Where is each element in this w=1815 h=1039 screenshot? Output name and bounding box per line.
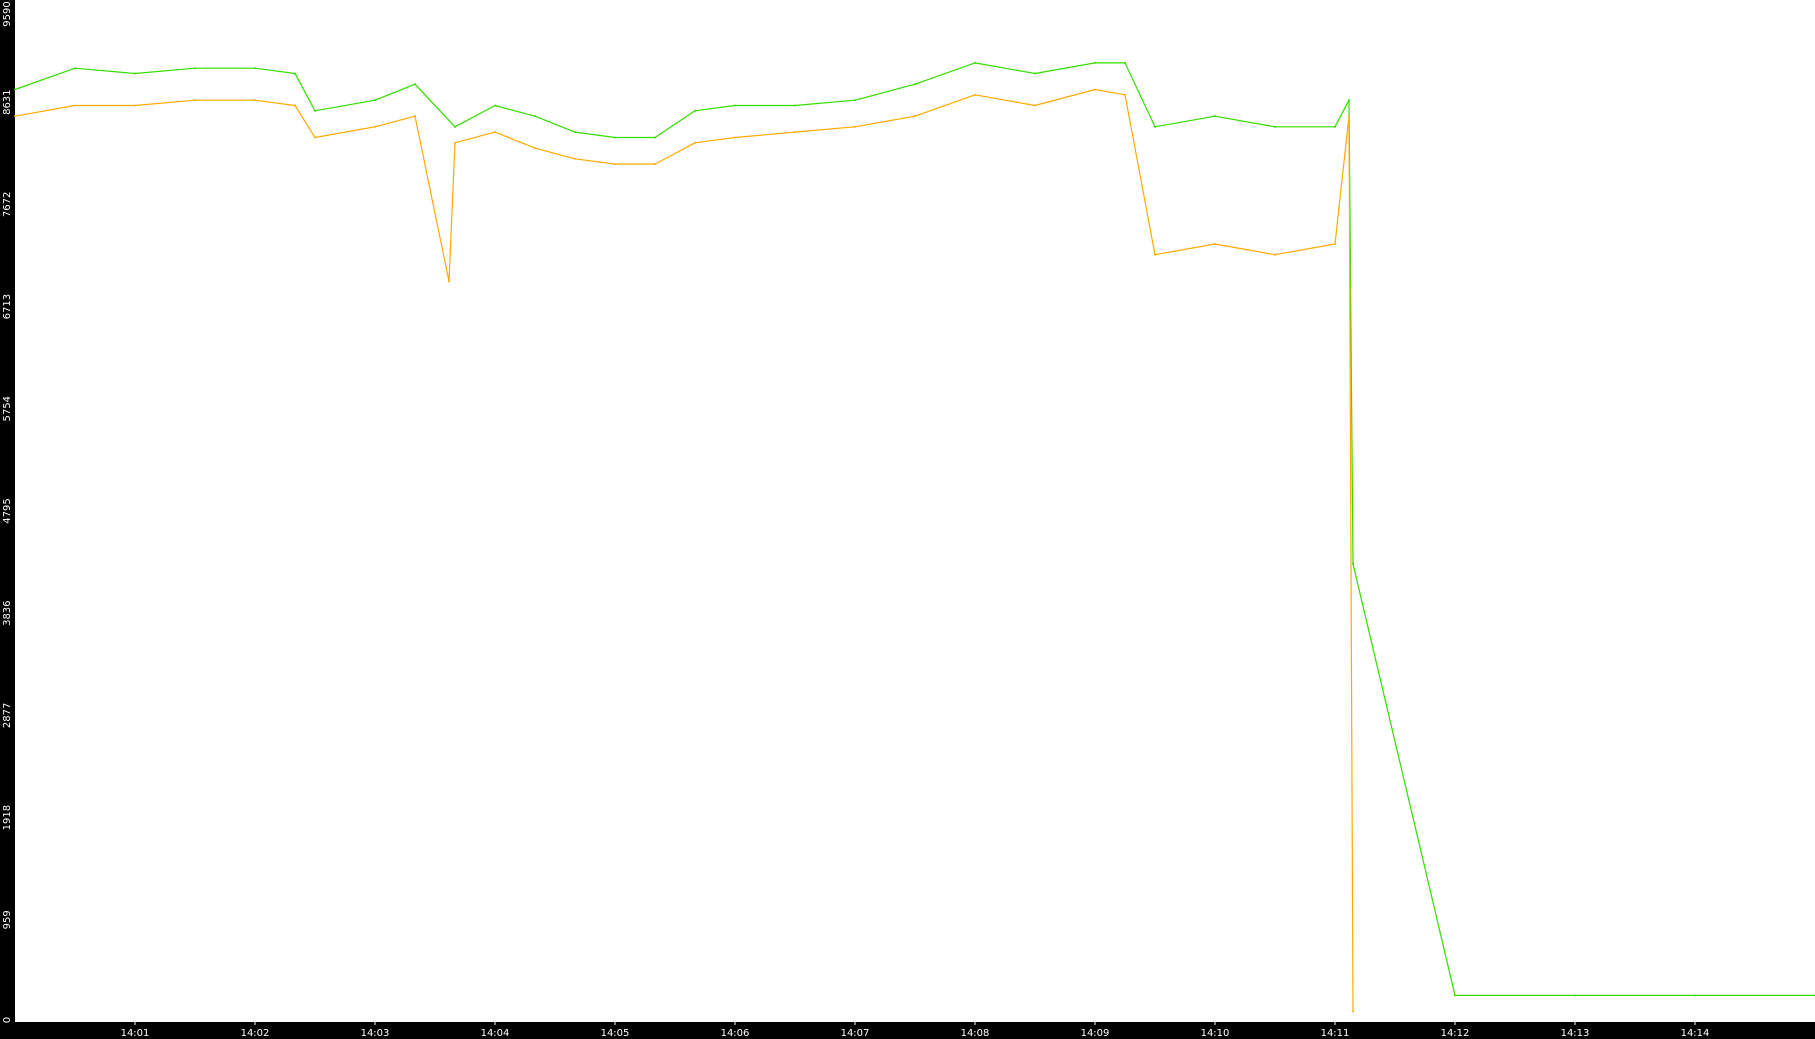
y-tick-label: 6713 (2, 294, 13, 319)
y-tick-label: 0 (2, 1017, 13, 1023)
series-point-1 (314, 136, 316, 139)
x-axis-band (0, 1022, 1815, 1039)
series-point-1 (854, 125, 856, 128)
x-tick-label: 14:08 (961, 1028, 990, 1039)
x-tick-label: 14:09 (1081, 1028, 1110, 1039)
series-point-0 (1348, 99, 1350, 102)
series-point-0 (1124, 61, 1126, 64)
y-tick-label: 4795 (2, 498, 13, 523)
y-tick-label: 8631 (2, 89, 13, 114)
series-point-0 (294, 72, 296, 75)
series-point-0 (1694, 994, 1696, 997)
series-point-1 (914, 115, 916, 118)
series-point-0 (974, 61, 976, 64)
x-tick-label: 14:04 (481, 1028, 510, 1039)
series-point-0 (574, 131, 576, 134)
series-point-0 (134, 72, 136, 75)
series-point-0 (1352, 562, 1354, 565)
series-point-1 (1274, 253, 1276, 256)
x-tick-label: 14:14 (1681, 1028, 1710, 1039)
series-point-0 (314, 109, 316, 112)
series-point-0 (1034, 72, 1036, 75)
series-point-1 (414, 115, 416, 118)
series-point-1 (294, 104, 296, 107)
series-point-1 (1154, 253, 1156, 256)
x-tick-label: 14:13 (1561, 1028, 1590, 1039)
series-point-1 (1348, 115, 1350, 118)
series-point-0 (794, 104, 796, 107)
x-tick-label: 14:01 (121, 1028, 150, 1039)
series-point-1 (1034, 104, 1036, 107)
series-point-0 (694, 109, 696, 112)
x-tick-label: 14:07 (841, 1028, 870, 1039)
series-point-0 (1334, 125, 1336, 128)
series-point-0 (854, 99, 856, 102)
series-point-1 (14, 115, 16, 118)
y-tick-label: 7672 (2, 192, 13, 217)
series-point-1 (74, 104, 76, 107)
x-tick-label: 14:10 (1201, 1028, 1230, 1039)
series-point-0 (1574, 994, 1576, 997)
series-point-1 (134, 104, 136, 107)
series-point-0 (254, 67, 256, 70)
y-tick-label: 1918 (2, 805, 13, 830)
chart-background (0, 0, 1815, 1039)
series-point-0 (654, 136, 656, 139)
series-point-1 (1352, 1010, 1354, 1013)
line-chart: 0 959 1918 2877 3836 4795 5754 6713 7672 8631 9590… (0, 0, 1815, 1039)
series-point-0 (494, 104, 496, 107)
series-point-0 (194, 67, 196, 70)
series-point-0 (74, 67, 76, 70)
x-tick-label: 14:06 (721, 1028, 750, 1039)
series-point-1 (1334, 243, 1336, 246)
series-point-0 (914, 83, 916, 86)
x-tick-label: 14:02 (241, 1028, 270, 1039)
series-point-1 (454, 141, 456, 144)
series-point-1 (694, 141, 696, 144)
series-point-1 (614, 163, 616, 166)
series-point-0 (454, 125, 456, 128)
series-point-1 (1094, 88, 1096, 91)
series-point-0 (1094, 61, 1096, 64)
series-point-0 (374, 99, 376, 102)
series-point-1 (974, 93, 976, 96)
y-tick-label: 2877 (2, 703, 13, 728)
x-tick-label: 14:12 (1441, 1028, 1470, 1039)
y-tick-label: 3836 (2, 600, 13, 625)
x-tick-label: 14:05 (601, 1028, 630, 1039)
series-point-0 (614, 136, 616, 139)
series-point-1 (194, 99, 196, 102)
series-point-0 (1454, 994, 1456, 997)
series-point-1 (1124, 93, 1126, 96)
series-point-0 (414, 83, 416, 86)
series-point-1 (494, 131, 496, 134)
series-point-1 (448, 280, 450, 283)
series-point-1 (734, 136, 736, 139)
series-point-0 (1274, 125, 1276, 128)
series-point-1 (794, 131, 796, 134)
series-point-1 (654, 163, 656, 166)
series-point-0 (14, 88, 16, 91)
y-tick-label: 9590 (2, 1, 13, 26)
series-point-1 (574, 157, 576, 160)
chart-root: 0 959 1918 2877 3836 4795 5754 6713 7672 8631 9590… (0, 0, 1815, 1039)
x-tick-label: 14:11 (1321, 1028, 1350, 1039)
series-point-1 (254, 99, 256, 102)
series-point-1 (374, 125, 376, 128)
x-tick-label: 14:03 (361, 1028, 390, 1039)
series-point-0 (1214, 115, 1216, 118)
series-point-0 (534, 115, 536, 118)
y-tick-label: 959 (2, 910, 13, 929)
series-point-0 (734, 104, 736, 107)
y-tick-label: 5754 (2, 396, 13, 421)
series-point-0 (1154, 125, 1156, 128)
series-point-1 (1214, 243, 1216, 246)
series-point-1 (534, 147, 536, 150)
